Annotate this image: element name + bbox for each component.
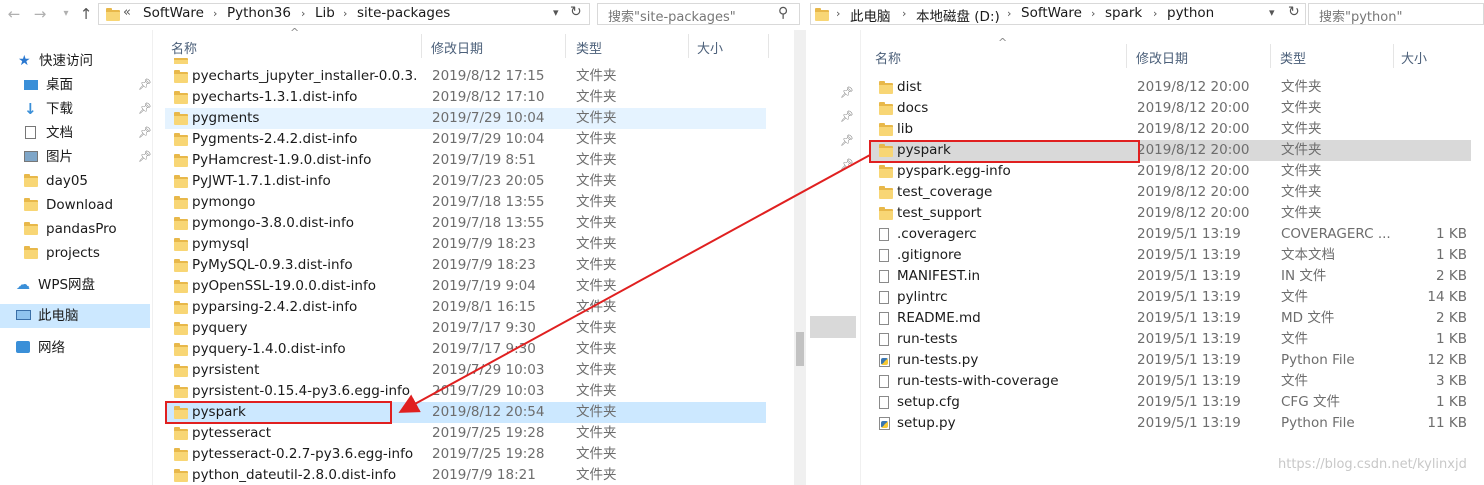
red-arrow <box>398 154 871 413</box>
red-arrow-line <box>398 154 871 413</box>
